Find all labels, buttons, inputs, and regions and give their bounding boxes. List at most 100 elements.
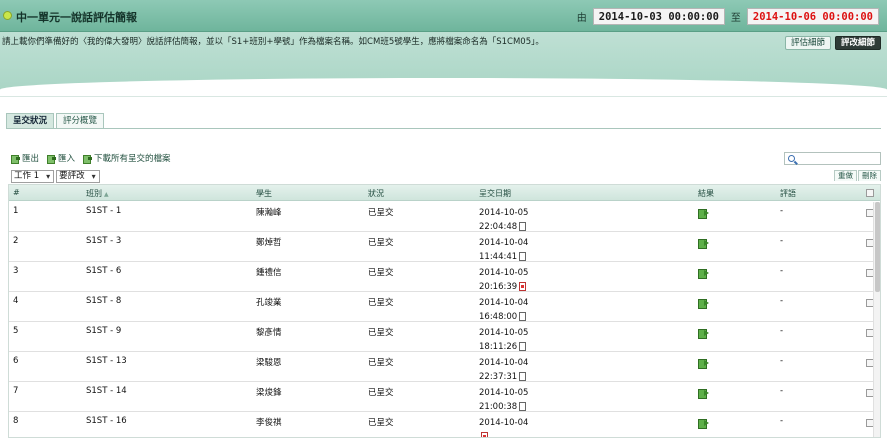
document-icon[interactable] [519,312,527,321]
row-date-time: 18:11:26 [479,342,518,352]
row-date-day: 2014-10-04 [479,418,529,428]
mark-result-icon[interactable] [698,418,710,429]
marking-button[interactable]: 評改細節 [834,36,881,50]
mark-result-icon[interactable] [698,388,710,399]
scroll-thumb[interactable] [875,202,880,292]
work-select[interactable]: 工作 1 [11,170,55,183]
row-comment: - [780,206,784,216]
divider [0,96,887,97]
document-icon[interactable] [519,402,527,411]
export-icon [11,154,20,164]
status-select[interactable]: 要評改 [56,170,100,183]
row-date: 2014-10-04 11:44:41 [479,236,528,264]
row-class: S1ST - 14 [86,386,127,396]
import-label: 匯入 [58,154,76,164]
row-actions: 重做 刪除 [834,170,881,181]
col-date[interactable]: 呈交日期 [479,188,511,199]
row-status: 已呈交 [368,238,394,248]
table-row[interactable]: 2 S1ST - 3 鄭焯哲 已呈交 2014-10-04 11:44:41 - [9,232,880,264]
col-result: 結果 [698,189,714,198]
row-num: 6 [13,356,19,366]
row-date: 2014-10-04 22:37:31 [479,356,528,384]
row-class: S1ST - 6 [86,266,122,276]
mode-buttons: 評估細節 評改細節 [784,36,881,50]
row-date: 2014-10-05 22:04:48 [479,206,528,234]
table-header: # 班別 ▲ 學生 狀況 呈交日期 結果 評語 [9,185,880,201]
row-num: 3 [13,266,19,276]
row-date-day: 2014-10-04 [479,358,529,368]
row-date-day: 2014-10-05 [479,328,529,338]
import-icon [47,154,57,164]
mark-result-icon[interactable] [698,268,710,279]
row-student: 李俊祺 [256,418,282,428]
tab-submission[interactable]: 呈交狀況 [6,113,55,128]
mark-result-icon[interactable] [698,238,710,249]
document-icon[interactable] [519,342,527,351]
row-num: 7 [13,386,19,396]
row-status: 已呈交 [368,268,394,278]
mark-result-icon[interactable] [698,208,710,219]
table-row[interactable]: 7 S1ST - 14 梁焌鋒 已呈交 2014-10-05 21:00:38 - [9,382,880,414]
row-status: 已呈交 [368,418,394,428]
row-class: S1ST - 9 [86,326,122,336]
view-tabs: 呈交狀況 評分概覽 [6,113,105,128]
end-date: 2014-10-06 00:00:00 [746,7,879,25]
export-button[interactable]: 匯出 [11,152,39,164]
row-num: 4 [13,296,19,306]
row-comment: - [780,416,784,426]
col-status[interactable]: 狀況 [368,188,384,199]
row-num: 1 [13,206,19,216]
download-all-button[interactable]: 下載所有呈交的檔案 [83,152,171,164]
instructions-text: 請上載你們準備好的〈我的偉大發明〉說話評估簡報，並以「S1+班別+學號」作為檔案… [2,37,544,47]
row-date-time: 22:37:31 [479,372,518,382]
mark-result-icon[interactable] [698,358,710,369]
criteria-button[interactable]: 評估細節 [784,36,831,50]
row-status: 已呈交 [368,328,394,338]
mark-result-icon[interactable] [698,328,710,339]
table-scrollbar[interactable] [873,202,880,437]
pdf-file-icon[interactable] [519,282,527,291]
row-class: S1ST - 8 [86,296,122,306]
col-class-label: 班別 [86,189,102,198]
select-all-checkbox[interactable] [866,189,874,197]
row-comment: - [780,326,784,336]
download-all-label: 下載所有呈交的檔案 [94,154,171,164]
row-num: 5 [13,326,19,336]
document-icon[interactable] [519,252,527,261]
submission-table: # 班別 ▲ 學生 狀況 呈交日期 結果 評語 1 S1ST - 1 陳瀚峰 已呈交 20… [8,184,881,438]
document-icon[interactable] [519,372,527,381]
col-student[interactable]: 學生 [256,188,272,199]
table-row[interactable]: 3 S1ST - 6 鍾禮信 已呈交 2014-10-05 20:16:39 - [9,262,880,294]
redo-button[interactable]: 重做 [834,170,857,181]
row-num: 8 [13,416,19,426]
download-icon [83,154,93,164]
table-row[interactable]: 5 S1ST - 9 黎彥情 已呈交 2014-10-05 18:11:26 - [9,322,880,354]
page-title: 中一單元一說話評估簡報 [16,11,137,24]
pdf-file-icon[interactable] [481,432,488,437]
delete-button[interactable]: 刪除 [858,170,881,181]
row-date-day: 2014-10-05 [479,388,529,398]
row-comment: - [780,236,784,246]
row-date-time: 11:44:41 [479,252,518,262]
import-button[interactable]: 匯入 [47,152,75,164]
table-row[interactable]: 6 S1ST - 13 梁駿恩 已呈交 2014-10-04 22:37:31 - [9,352,880,384]
search-input[interactable] [784,152,881,165]
row-date: 2014-10-05 18:11:26 [479,326,528,354]
row-student: 梁焌鋒 [256,388,282,398]
tab-overview[interactable]: 評分概覽 [56,113,105,128]
date-range: 由 2014-10-03 00:00:00 至 2014-10-06 00:00… [577,7,879,25]
table-row[interactable]: 4 S1ST - 8 孔竣業 已呈交 2014-10-04 16:48:00 - [9,292,880,322]
document-icon[interactable] [519,222,527,231]
row-date: 2014-10-05 20:16:39 [479,266,528,294]
col-class[interactable]: 班別 ▲ [86,188,109,199]
sort-arrow-icon: ▲ [104,191,109,198]
mark-result-icon[interactable] [698,298,710,309]
table-row[interactable]: 1 S1ST - 1 陳瀚峰 已呈交 2014-10-05 22:04:48 - [9,202,880,234]
table-row[interactable]: 8 S1ST - 16 李俊祺 已呈交 2014-10-04 - [9,412,880,437]
row-student: 黎彥情 [256,328,282,338]
row-date: 2014-10-05 21:00:38 [479,386,528,414]
row-student: 鄭焯哲 [256,238,282,248]
row-student: 梁駿恩 [256,358,282,368]
row-num: 2 [13,236,19,246]
row-comment: - [780,266,784,276]
